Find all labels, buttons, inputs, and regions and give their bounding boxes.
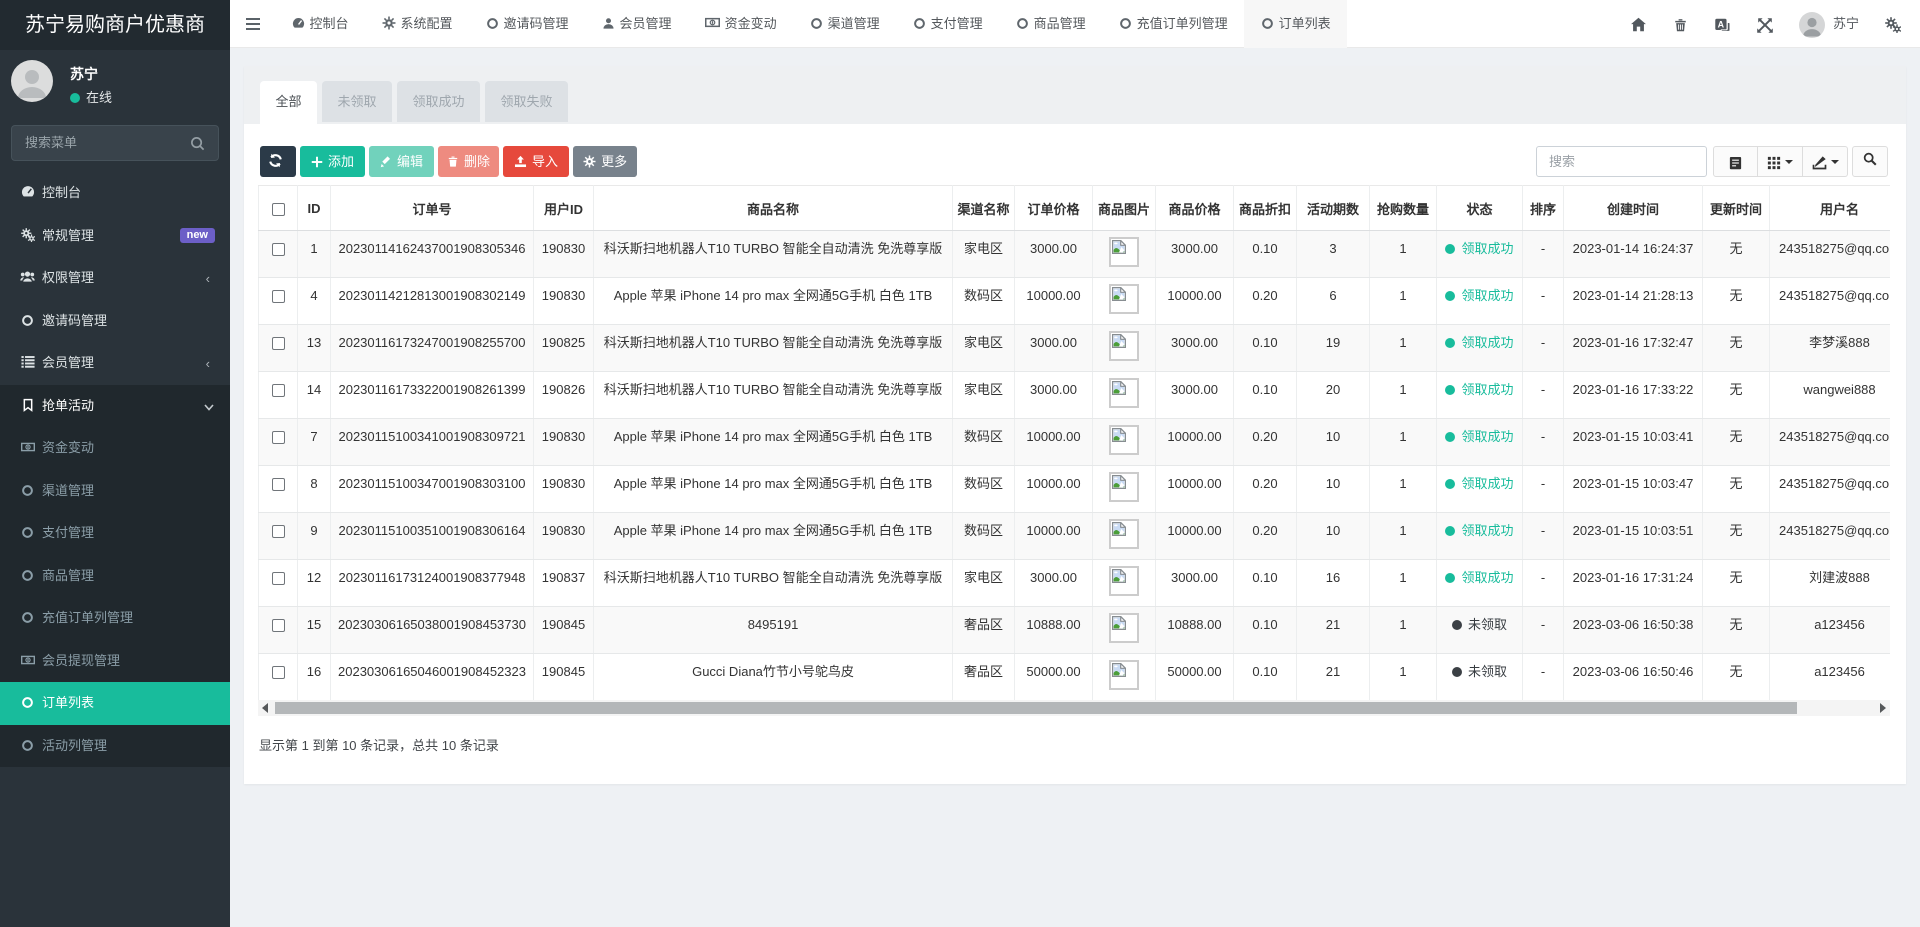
svg-text:A: A [1718, 19, 1725, 29]
